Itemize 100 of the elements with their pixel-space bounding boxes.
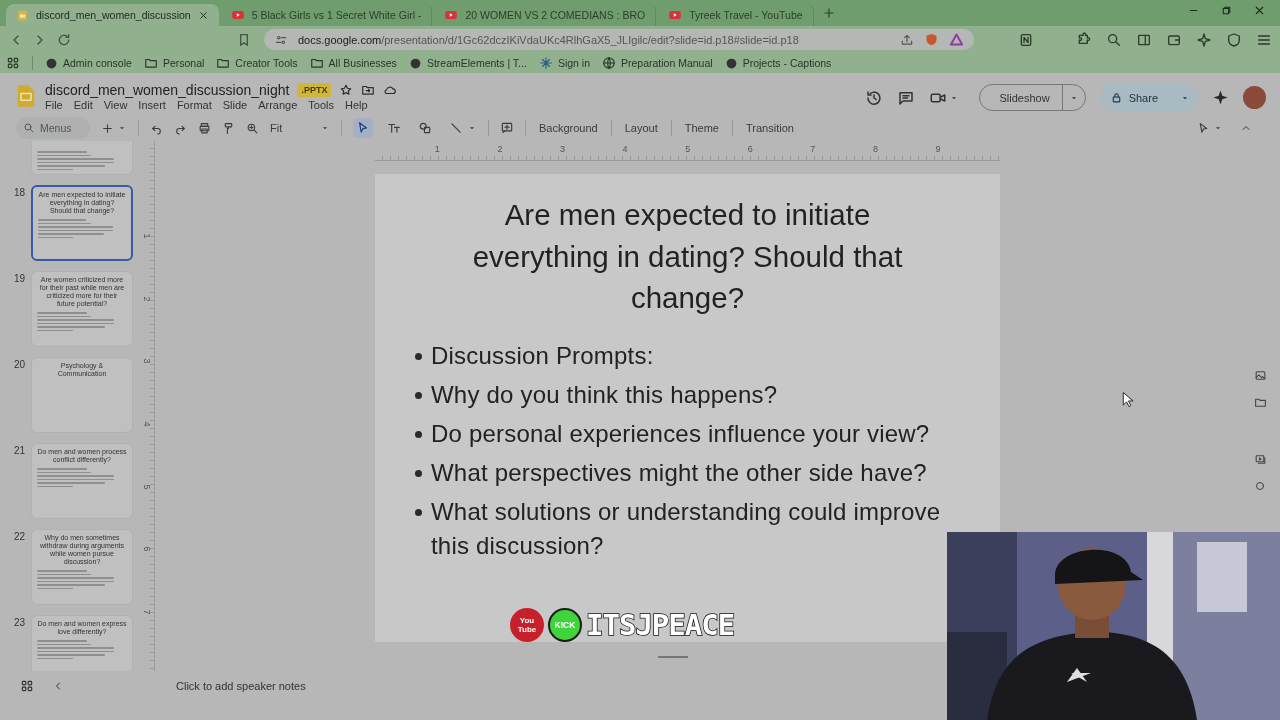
new-slide-icon[interactable] <box>101 121 114 135</box>
menu-item[interactable]: Help <box>345 99 368 111</box>
bookmark-item[interactable]: All Businesses <box>309 56 397 70</box>
add-comment-icon[interactable] <box>500 121 514 135</box>
ruler-number: 8 <box>871 143 879 156</box>
menu-item[interactable]: View <box>103 99 128 111</box>
ruler-number: 3 <box>142 359 152 364</box>
search-icon <box>23 122 35 134</box>
print-icon[interactable] <box>198 121 211 135</box>
bookmark-item[interactable]: Admin console <box>45 56 132 70</box>
tab-title: 20 WOMEN VS 2 COMEDIANS : BRO <box>465 9 646 21</box>
browser-tab[interactable]: discord_men_women_discussion <box>6 4 219 26</box>
share-icon[interactable] <box>900 32 914 47</box>
toolbar-button[interactable]: Background <box>537 122 600 134</box>
notes-extension-icon[interactable] <box>1018 31 1034 48</box>
resize-handle[interactable] <box>658 656 688 658</box>
folder-icon[interactable] <box>1253 396 1267 409</box>
ruler-number: 3 <box>558 143 566 156</box>
tab-search-icon[interactable] <box>1106 31 1122 48</box>
slide-number: 21 <box>12 444 26 456</box>
sparkle-icon[interactable] <box>1196 31 1212 48</box>
toolbar-button[interactable]: Theme <box>682 122 721 134</box>
zoom-icon[interactable] <box>246 121 259 135</box>
menu-item[interactable]: File <box>45 99 63 111</box>
slide-number: 22 <box>12 530 26 542</box>
ruler-number: 4 <box>142 421 152 427</box>
tab-title: discord_men_women_discussion <box>36 9 191 21</box>
ruler-number: 4 <box>621 143 629 156</box>
folder-icon <box>143 56 158 70</box>
bookmark-item[interactable]: Projects - Captions <box>724 56 832 70</box>
menu-search-field[interactable]: Menus <box>16 117 90 139</box>
url-text: docs.google.com/presentation/d/1Gc62dczIKiVdaUKc4RlhGaX5_JLIgilc/edit?slide=id.p18#slide=id.p18 <box>298 33 799 46</box>
speaker-notes-field[interactable]: Click to add speaker notes <box>176 680 306 692</box>
reload-icon[interactable] <box>56 31 72 48</box>
play-icon <box>444 8 459 22</box>
apps-icon[interactable] <box>6 56 20 70</box>
play-icon <box>668 8 683 22</box>
paint-format-icon[interactable] <box>222 121 235 135</box>
ruler-number: 1 <box>433 143 441 156</box>
share-button[interactable]: Share <box>1099 84 1198 111</box>
ruler-number: 1 <box>142 233 152 239</box>
menu-item[interactable]: Slide <box>222 99 248 111</box>
media-panel-icon[interactable] <box>1253 453 1267 466</box>
bookmark-item[interactable]: StreamElements | T... <box>408 56 527 70</box>
play-icon <box>230 8 245 22</box>
bookmark-item[interactable]: Personal <box>143 56 205 70</box>
image-panel-icon[interactable] <box>1253 369 1267 382</box>
text-box-icon <box>387 121 401 135</box>
menu-item[interactable]: Insert <box>138 99 166 111</box>
bullet-text: Do personal experiences influence your view? <box>431 418 930 449</box>
ruler-number: 2 <box>496 143 504 156</box>
menu-item[interactable]: Tools <box>308 99 334 111</box>
sparkle-icon[interactable] <box>1212 89 1229 106</box>
bullet-text: Discussion Prompts: <box>431 340 654 371</box>
slides-icon <box>16 8 29 22</box>
bookmark-item[interactable]: Creator Tools <box>216 56 298 70</box>
bookmark-item[interactable]: Preparation Manual <box>602 56 713 70</box>
site-icon <box>724 56 738 70</box>
tool-button[interactable] <box>353 118 373 138</box>
avatar[interactable] <box>1243 86 1266 109</box>
history-icon[interactable] <box>864 88 883 107</box>
video-platform-badge: You Tube <box>510 608 544 642</box>
ruler-number: 9 <box>934 143 942 156</box>
zoom-dropdown[interactable]: Fit <box>270 122 330 134</box>
slide-number: 23 <box>12 616 26 628</box>
menu-item[interactable]: Edit <box>73 99 93 111</box>
globe-icon <box>602 56 616 70</box>
pointer-icon[interactable] <box>1197 121 1210 135</box>
bullet-icon <box>415 391 422 399</box>
move-folder-icon[interactable] <box>361 83 376 97</box>
vpn-shield-icon[interactable] <box>1226 31 1242 48</box>
slide-number: 18 <box>12 186 26 198</box>
toolbar-button[interactable]: Layout <box>622 122 660 134</box>
shape-icon <box>418 121 432 135</box>
menu-item[interactable]: Arrange <box>258 99 298 111</box>
folder-icon <box>309 56 324 70</box>
bullet-icon <box>415 430 422 438</box>
folder-icon <box>216 56 231 70</box>
slide-number: 20 <box>12 358 26 370</box>
star-icon[interactable] <box>339 83 354 97</box>
triangle-icon[interactable] <box>949 32 964 47</box>
circle-icon[interactable] <box>1254 480 1266 492</box>
bullet-text: Why do you think this happens? <box>431 379 778 410</box>
file-type-badge: .PPTX <box>297 83 332 97</box>
bookmark-item[interactable]: Sign in <box>538 56 590 70</box>
address-bar[interactable]: docs.google.com/presentation/d/1Gc62dczIKiVdaUKc4RlhGaX5_JLIgilc/edit?slide=id.p18#slide=id.p18 <box>264 29 974 50</box>
grid-view-icon[interactable] <box>20 679 34 693</box>
bullet-icon <box>415 352 422 360</box>
menu-item[interactable]: Format <box>176 99 212 111</box>
close-icon[interactable] <box>197 9 209 21</box>
ruler-number: 7 <box>142 609 152 615</box>
document-title[interactable]: discord_men_women_discussion_night <box>45 82 290 98</box>
streamer-handle: ITSJPEACE <box>586 608 735 642</box>
tab-title: Tyreek Travel - YouTube <box>689 9 803 21</box>
bullet-icon <box>415 469 422 477</box>
tab-title: 5 Black Girls vs 1 Secret White Girl - <box>251 9 422 21</box>
ruler-number: 5 <box>142 484 152 490</box>
ruler-number: 2 <box>142 296 152 302</box>
slide[interactable] <box>375 174 1000 642</box>
toolbar-button[interactable]: Transition <box>744 122 796 134</box>
